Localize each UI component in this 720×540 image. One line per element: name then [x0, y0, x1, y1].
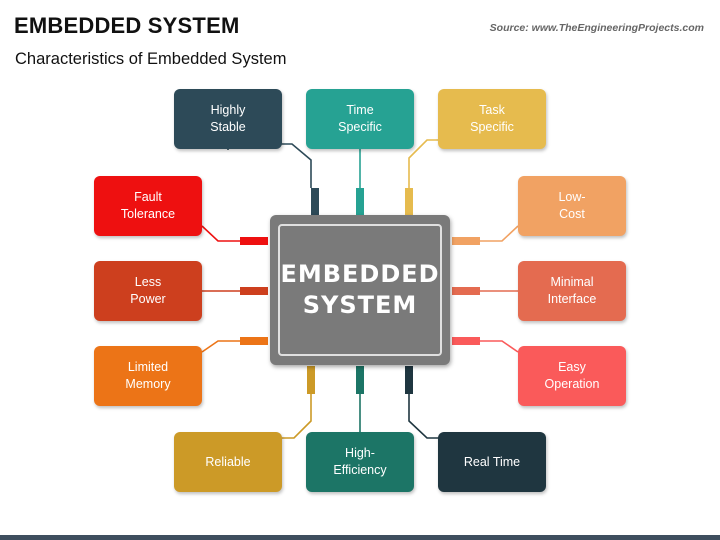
chip-pin-limited-memory [240, 337, 268, 345]
characteristic-low-cost: Low- Cost [518, 176, 626, 236]
characteristic-label: Highly Stable [210, 103, 246, 134]
chip-border: EMBEDDED SYSTEM [278, 224, 442, 356]
chip-pin-reliable [307, 366, 315, 394]
characteristic-highly-stable: Highly Stable [174, 89, 282, 149]
characteristic-label: Task Specific [470, 103, 514, 134]
characteristic-easy-operation: Easy Operation [518, 346, 626, 406]
characteristic-label: Real Time [463, 454, 521, 469]
characteristic-label: Fault Tolerance [120, 190, 176, 221]
characteristic-label: High- Efficiency [333, 446, 387, 477]
center-chip: EMBEDDED SYSTEM [270, 215, 450, 365]
connector-easy-operation [480, 340, 519, 353]
connector-real-time [408, 394, 438, 439]
connector-fault-tolerance [201, 225, 240, 242]
chip-pin-real-time [405, 366, 413, 394]
characteristic-label: Minimal Interface [547, 275, 597, 306]
characteristic-minimal-interface: Minimal Interface [518, 261, 626, 321]
characteristic-label: Low- Cost [558, 190, 586, 221]
characteristic-fault-tolerance: Fault Tolerance [94, 176, 202, 236]
characteristic-reliable: Reliable [174, 432, 282, 492]
characteristic-label: Limited Memory [125, 360, 171, 391]
connector-limited-memory [201, 340, 240, 353]
characteristic-task-specific: Task Specific [438, 89, 546, 149]
connector-task-specific [408, 139, 438, 188]
characteristic-limited-memory: Limited Memory [94, 346, 202, 406]
characteristic-time-specific: Time Specific [306, 89, 414, 149]
chip-pin-minimal-interface [452, 287, 480, 295]
characteristic-less-power: Less Power [94, 261, 202, 321]
characteristic-label: Easy Operation [544, 360, 600, 391]
chip-pin-less-power [240, 287, 268, 295]
chip-pin-time-specific [356, 188, 364, 216]
chip-pin-high-efficiency [356, 366, 364, 394]
characteristic-high-efficiency: High- Efficiency [306, 432, 414, 492]
characteristic-real-time: Real Time [438, 432, 546, 492]
connector-highly-stable [227, 143, 312, 188]
connector-reliable [282, 394, 312, 439]
chip-pin-fault-tolerance [240, 237, 268, 245]
chip-pin-task-specific [405, 188, 413, 216]
footer-bar [0, 535, 720, 540]
characteristic-label: Less Power [130, 275, 166, 306]
chip-pin-low-cost [452, 237, 480, 245]
characteristic-label: Time Specific [338, 103, 382, 134]
chip-pin-easy-operation [452, 337, 480, 345]
connector-low-cost [480, 225, 519, 242]
chip-pin-highly-stable [311, 188, 319, 216]
characteristic-label: Reliable [205, 454, 251, 469]
center-label: EMBEDDED SYSTEM [280, 260, 440, 319]
